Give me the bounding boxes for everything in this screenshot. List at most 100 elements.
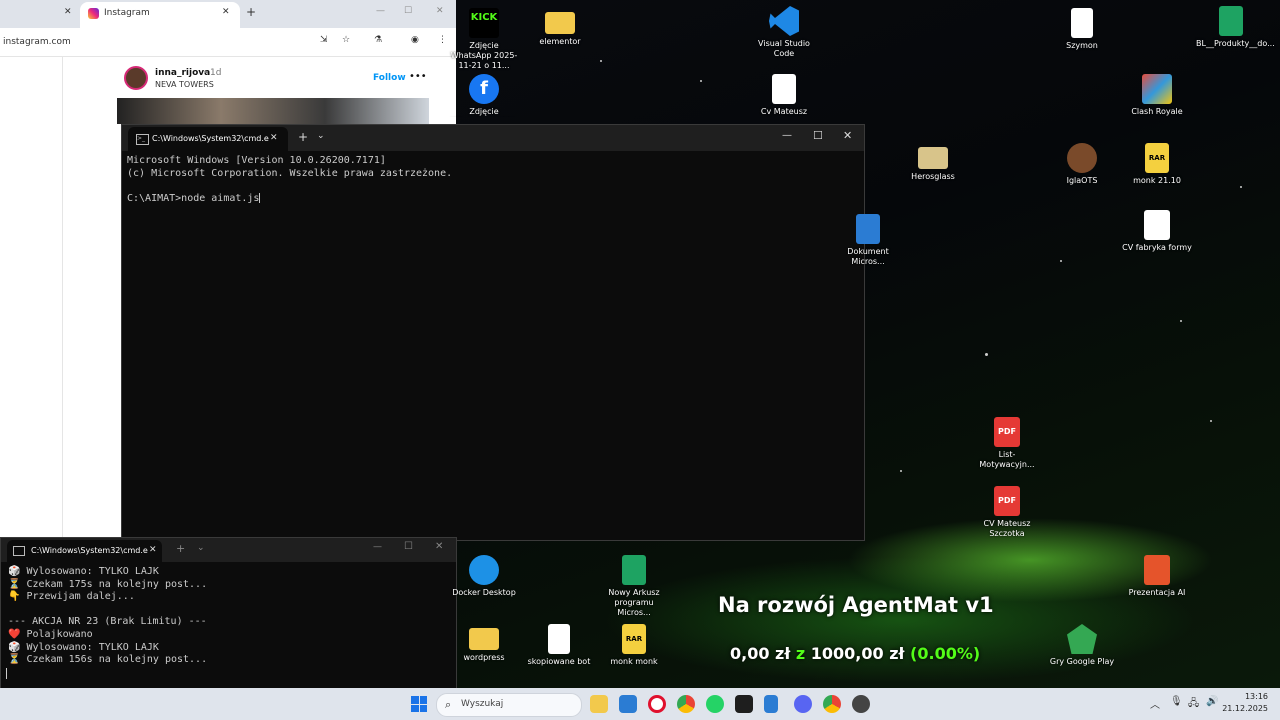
close-window-icon[interactable]: ✕ (436, 6, 444, 16)
desktop-icon-nowy-arkusz[interactable]: Nowy Arkusz programu Micros... (599, 555, 669, 618)
network-icon[interactable]: 🖧 (1188, 696, 1199, 713)
desktop-icon-label: Gry Google Play (1049, 657, 1115, 666)
pdf-icon: PDF (994, 417, 1020, 447)
search-box[interactable]: ⌕ Wyszukaj (436, 693, 582, 717)
folder-icon (545, 12, 575, 34)
divider (62, 56, 63, 540)
terminal-icon[interactable] (735, 695, 753, 713)
folder-icon (469, 628, 499, 650)
post-image[interactable] (117, 98, 429, 124)
desktop-icon-whatsapp-photo-1[interactable]: KICK Zdjęcie WhatsApp 2025-11-21 o 11... (449, 8, 519, 71)
store-icon[interactable] (619, 695, 637, 713)
close-icon[interactable]: ✕ (222, 7, 230, 17)
cmd-tab[interactable]: C:\Windows\System32\cmd.e ✕ (7, 540, 162, 562)
desktop-icon-label: Dokument Micros... (847, 247, 889, 266)
notepad-icon[interactable] (764, 695, 778, 713)
donation-separator: z (795, 644, 806, 663)
clock-date[interactable]: 21.12.2025 (1220, 704, 1268, 713)
desktop-icon-clash-royale[interactable]: Clash Royale (1122, 74, 1192, 117)
url-text[interactable]: instagram.com (3, 37, 71, 47)
desktop-icon-iglaots[interactable]: IglaOTS (1047, 143, 1117, 186)
windows-start-icon[interactable] (411, 696, 427, 712)
close-window-icon[interactable]: ✕ (843, 129, 852, 142)
follow-button[interactable]: Follow (373, 73, 406, 83)
star-icon[interactable]: ☆ (342, 35, 350, 45)
terminal-icon (13, 546, 25, 556)
labs-icon[interactable]: ⚗ (374, 35, 382, 45)
desktop-icon-label: monk monk (610, 657, 658, 666)
rar-icon: RAR (1145, 143, 1169, 173)
microphone-icon[interactable]: 🎙 (1170, 696, 1183, 707)
desktop-icon-vscode[interactable]: Visual Studio Code (749, 6, 819, 59)
donation-goal: 1000,00 zł (810, 644, 905, 663)
maximize-icon[interactable]: ☐ (404, 541, 413, 552)
desktop-icon-cv-fabryka[interactable]: CV fabryka formy (1122, 210, 1192, 253)
maximize-icon[interactable]: ☐ (404, 6, 412, 16)
desktop-icon-label: Docker Desktop (452, 588, 516, 597)
desktop-icon-whatsapp-photo-2[interactable]: f Zdjęcie WhatsApp 2025-11-21 o 11... (449, 74, 519, 117)
cmd-tab[interactable]: >_ C:\Windows\System32\cmd.e ✕ (128, 127, 288, 151)
menu-icon[interactable]: ⋮ (438, 35, 447, 45)
new-tab-icon[interactable]: + (298, 130, 308, 144)
desktop-icon-gry-google-play[interactable]: Gry Google Play (1047, 624, 1117, 667)
avatar[interactable] (124, 66, 148, 90)
chevron-down-icon[interactable]: ⌄ (317, 131, 325, 141)
minimize-icon[interactable]: — (376, 6, 385, 16)
chevron-up-icon[interactable]: ︿ (1150, 696, 1160, 711)
address-bar[interactable]: instagram.com ⇲ ☆ ⚗ ◉ ⋮ (0, 28, 456, 57)
desktop-icon-cv-mateusz[interactable]: Cv Mateusz Szczotka (749, 74, 819, 117)
close-tab-icon[interactable]: ✕ (270, 133, 278, 143)
desktop-icon-label: Cv Mateusz Szczotka (760, 107, 808, 116)
minimize-icon[interactable]: — (373, 542, 382, 552)
app-icon[interactable] (852, 695, 870, 713)
chrome-icon[interactable] (677, 695, 695, 713)
desktop-icon-list-motywacyjny[interactable]: PDF List-Motywacyjn... (972, 417, 1042, 470)
terminal-line: 🎲 Wylosowano: TYLKO LAJK (8, 641, 159, 653)
desktop-icon-label: IglaOTS (1066, 176, 1098, 185)
volume-icon[interactable]: 🔊 (1206, 696, 1218, 707)
desktop-icon-monk-2110[interactable]: RAR monk 21.10 (1122, 143, 1192, 186)
close-window-icon[interactable]: ✕ (435, 541, 443, 552)
desktop-icon-herosglass[interactable]: Herosglass (898, 143, 968, 182)
desktop-icon-elementor[interactable]: elementor (525, 8, 595, 47)
document-icon (772, 74, 796, 104)
desktop-icon-szymon[interactable]: Szymon (1047, 8, 1117, 51)
opera-icon[interactable] (648, 695, 666, 713)
desktop-icon-skopiowane-bot[interactable]: skopiowane bot (524, 624, 594, 667)
desktop-icon-bl-produkty[interactable]: BL__Produkty__do... (1196, 6, 1275, 49)
new-tab-icon[interactable]: + (246, 5, 256, 19)
close-tab-icon[interactable]: ✕ (149, 545, 157, 555)
profile-icon[interactable]: ◉ (411, 35, 419, 45)
post-username[interactable]: inna_rijova (155, 68, 210, 78)
desktop-icon-cv-pdf[interactable]: PDF CV Mateusz Szczotka (972, 486, 1042, 539)
desktop-icon-label: monk 21.10 (1133, 176, 1181, 185)
donation-goal-title: Na rozwój AgentMat v1 (718, 593, 994, 617)
desktop-icon-wordpress[interactable]: wordpress (449, 624, 519, 663)
file-explorer-icon[interactable] (590, 695, 608, 713)
chrome-icon[interactable] (823, 695, 841, 713)
desktop-icon-dokument[interactable]: Dokument Micros... (843, 214, 893, 267)
terminal-output[interactable]: Microsoft Windows [Version 10.0.26200.71… (127, 155, 452, 205)
tab-instagram[interactable]: Instagram ✕ (80, 2, 240, 28)
discord-icon[interactable] (794, 695, 812, 713)
post-location[interactable]: NEVA TOWERS (155, 80, 214, 89)
maximize-icon[interactable]: ☐ (813, 129, 823, 142)
desktop-icon-docker[interactable]: Docker Desktop (449, 555, 519, 598)
new-tab-icon[interactable]: + (176, 542, 185, 555)
install-icon[interactable]: ⇲ (320, 35, 328, 45)
minimize-icon[interactable]: — (782, 130, 792, 141)
more-options-icon[interactable]: ••• (409, 71, 427, 82)
desktop-icon-monk-monk[interactable]: RAR monk monk (599, 624, 669, 667)
whatsapp-icon[interactable] (706, 695, 724, 713)
document-icon (1144, 210, 1170, 240)
donation-current: 0,00 zł (730, 644, 791, 663)
desktop-icon-prezentacja-ai[interactable]: Prezentacja AI (1122, 555, 1192, 598)
chevron-down-icon[interactable]: ⌄ (197, 543, 205, 553)
close-tab-icon[interactable]: ✕ (64, 7, 72, 17)
terminal-output[interactable]: 🎲 Wylosowano: TYLKO LAJK ⏳ Czekam 175s n… (8, 566, 207, 667)
clock-time[interactable]: 13:16 (1224, 692, 1268, 701)
desktop-icon-label: elementor (539, 37, 581, 46)
desktop-icon-label: Visual Studio Code (758, 39, 810, 58)
facebook-icon: f (469, 74, 499, 104)
